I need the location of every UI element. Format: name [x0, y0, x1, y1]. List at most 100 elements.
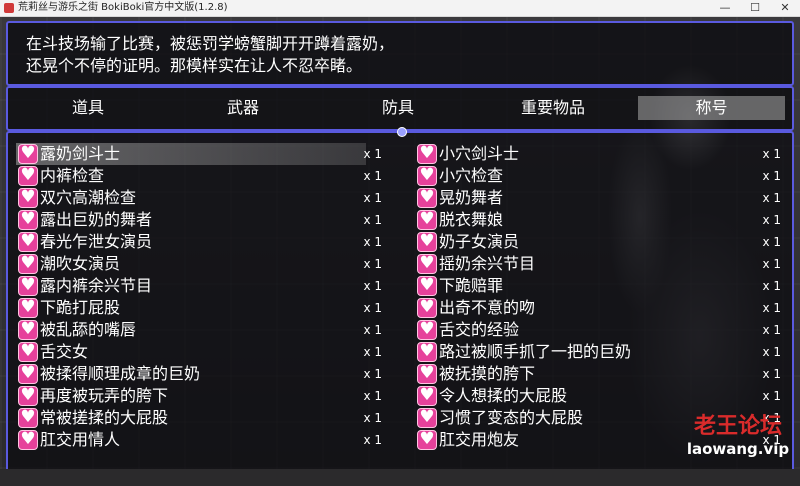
heart-icon [18, 165, 38, 186]
title-list-item[interactable]: 出奇不意的吻 x 1 [417, 297, 789, 319]
item-count: x 1 [762, 345, 781, 359]
item-name: 舌交女 [40, 342, 89, 361]
item-count: x 1 [363, 389, 382, 403]
title-list-item[interactable]: 被乱舔的嘴唇 x 1 [18, 319, 390, 341]
heart-icon [18, 231, 38, 252]
item-name: 习惯了变态的大屁股 [439, 408, 584, 427]
help-line-1: 在斗技场输了比赛，被惩罚学螃蟹脚开开蹲着露奶， [26, 34, 395, 53]
title-list-item[interactable]: 双穴高潮检查 x 1 [18, 187, 390, 209]
category-window: 道具 武器 防具 重要物品 称号 [6, 86, 794, 131]
item-name: 春光乍泄女演员 [40, 232, 153, 251]
title-list-item[interactable]: 被抚摸的胯下 x 1 [417, 363, 789, 385]
heart-icon [18, 341, 38, 362]
heart-icon [417, 297, 437, 318]
title-list-item[interactable]: 常被搓揉的大屁股 x 1 [18, 407, 390, 429]
item-name: 潮吹女演员 [40, 254, 121, 273]
item-name: 被乱舔的嘴唇 [40, 320, 137, 339]
item-name: 常被搓揉的大屁股 [40, 408, 169, 427]
heart-icon [18, 253, 38, 274]
close-button[interactable]: ✕ [770, 0, 800, 16]
watermark-url: laowang.vip [686, 440, 790, 458]
help-window: 在斗技场输了比赛，被惩罚学螃蟹脚开开蹲着露奶， 还晃个不停的证明。那模样实在让人… [6, 21, 794, 86]
heart-icon [417, 209, 437, 230]
title-list-item[interactable]: 内裤检查 x 1 [18, 165, 390, 187]
heart-icon [18, 187, 38, 208]
help-line-2: 还晃个不停的证明。那模样实在让人不忍卒睹。 [26, 56, 363, 75]
title-list-item[interactable]: 晃奶舞者 x 1 [417, 187, 789, 209]
tab-items[interactable]: 道具 [33, 96, 143, 120]
title-list-item[interactable]: 小穴剑斗士 x 1 [417, 143, 789, 165]
item-name: 露奶剑斗士 [40, 144, 121, 163]
title-list-item[interactable]: 奶子女演员 x 1 [417, 231, 789, 253]
window-title: 荒莉丝与游乐之街 BokiBoki官方中文版(1.2.8) [18, 2, 228, 13]
title-list-item[interactable]: 露出巨奶的舞者 x 1 [18, 209, 390, 231]
scroll-indicator-icon[interactable] [397, 127, 407, 137]
title-list-item[interactable]: 下跪赔罪 x 1 [417, 275, 789, 297]
item-name: 路过被顺手抓了一把的巨奶 [439, 342, 632, 361]
item-name: 下跪赔罪 [439, 276, 504, 295]
title-list-item[interactable]: 小穴检查 x 1 [417, 165, 789, 187]
maximize-button[interactable]: ☐ [740, 0, 770, 16]
item-name: 小穴检查 [439, 166, 504, 185]
heart-icon [417, 275, 437, 296]
title-list-item[interactable]: 肛交用情人 x 1 [18, 429, 390, 451]
heart-icon [417, 253, 437, 274]
item-count: x 1 [363, 301, 382, 315]
item-count: x 1 [762, 323, 781, 337]
item-count: x 1 [762, 367, 781, 381]
item-count: x 1 [762, 213, 781, 227]
item-count: x 1 [363, 279, 382, 293]
tab-key-items[interactable]: 重要物品 [498, 96, 608, 120]
item-name: 脱衣舞娘 [439, 210, 504, 229]
item-name: 舌交的经验 [439, 320, 520, 339]
heart-icon [417, 407, 437, 428]
heart-icon [18, 297, 38, 318]
title-list-item[interactable]: 摇奶余兴节目 x 1 [417, 253, 789, 275]
item-name: 晃奶舞者 [439, 188, 504, 207]
item-count: x 1 [762, 257, 781, 271]
title-list-item[interactable]: 脱衣舞娘 x 1 [417, 209, 789, 231]
item-name: 肛交用炮友 [439, 430, 520, 449]
window-titlebar: 荒莉丝与游乐之街 BokiBoki官方中文版(1.2.8) — ☐ ✕ [0, 0, 800, 17]
tab-weapons[interactable]: 武器 [188, 96, 298, 120]
item-count: x 1 [363, 345, 382, 359]
heart-icon [417, 165, 437, 186]
title-list-item[interactable]: 潮吹女演员 x 1 [18, 253, 390, 275]
item-count: x 1 [762, 235, 781, 249]
item-count: x 1 [363, 433, 382, 447]
item-count: x 1 [762, 279, 781, 293]
tab-armor[interactable]: 防具 [343, 96, 453, 120]
item-count: x 1 [363, 169, 382, 183]
title-list-item[interactable]: 露奶剑斗士 x 1 [16, 143, 390, 165]
item-count: x 1 [363, 367, 382, 381]
title-list-item[interactable]: 舌交女 x 1 [18, 341, 390, 363]
item-name: 被抚摸的胯下 [439, 364, 536, 383]
title-list-item[interactable]: 舌交的经验 x 1 [417, 319, 789, 341]
title-list-item[interactable]: 春光乍泄女演员 x 1 [18, 231, 390, 253]
title-list-item[interactable]: 路过被顺手抓了一把的巨奶 x 1 [417, 341, 789, 363]
title-list-item[interactable]: 令人想揉的大屁股 x 1 [417, 385, 789, 407]
tab-titles[interactable]: 称号 [638, 96, 785, 120]
minimize-button[interactable]: — [710, 0, 740, 16]
heart-icon [18, 407, 38, 428]
item-name: 再度被玩弄的胯下 [40, 386, 169, 405]
item-count: x 1 [363, 147, 382, 161]
item-count: x 1 [363, 257, 382, 271]
item-count: x 1 [762, 301, 781, 315]
title-list-item[interactable]: 下跪打屁股 x 1 [18, 297, 390, 319]
title-list-item[interactable]: 露内裤余兴节目 x 1 [18, 275, 390, 297]
item-count: x 1 [762, 147, 781, 161]
title-list-item[interactable]: 被揉得顺理成章的巨奶 x 1 [18, 363, 390, 385]
item-name: 小穴剑斗士 [439, 144, 520, 163]
item-name: 露出巨奶的舞者 [40, 210, 153, 229]
item-count: x 1 [363, 235, 382, 249]
heart-icon [417, 429, 437, 450]
item-name: 奶子女演员 [439, 232, 520, 251]
heart-icon [18, 429, 38, 450]
heart-icon [417, 341, 437, 362]
item-count: x 1 [762, 389, 781, 403]
title-list-item[interactable]: 再度被玩弄的胯下 x 1 [18, 385, 390, 407]
item-name: 令人想揉的大屁股 [439, 386, 568, 405]
item-name: 摇奶余兴节目 [439, 254, 536, 273]
heart-icon [18, 385, 38, 406]
